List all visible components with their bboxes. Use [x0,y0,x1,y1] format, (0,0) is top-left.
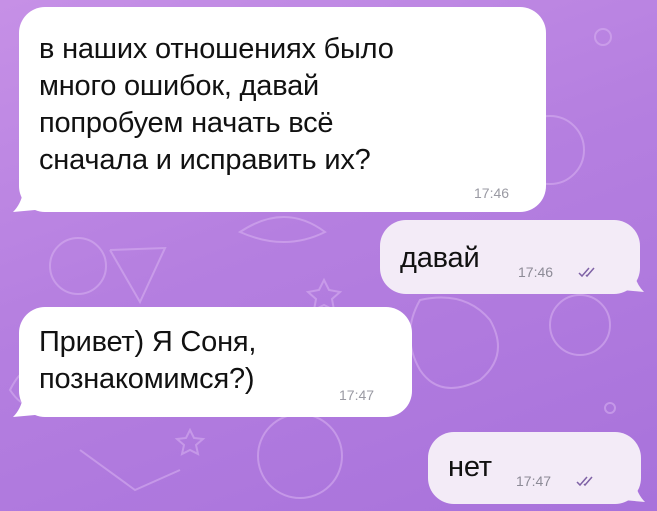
ring-doodle [237,216,327,243]
message-bubble-incoming[interactable]: Привет) Я Соня, познакомимся?) 17:47 [19,307,412,417]
message-bubble-incoming[interactable]: в наших отношениях было много ошибок, да… [19,7,546,212]
bubble-tail-left [13,397,35,417]
message-bubble-outgoing[interactable]: давай 17:46 [380,220,640,294]
message-text: давай [400,242,480,274]
double-check-icon [578,267,595,278]
message-time: 17:46 [518,264,554,280]
message-text: нет [448,451,492,483]
star-doodle [174,427,206,456]
planet-doodle [49,237,107,295]
star-doodle [305,277,343,312]
message-bubble-outgoing[interactable]: нет 17:47 [428,432,641,504]
message-text: в наших отношениях было много ошибок, да… [39,33,394,176]
astronaut-doodle [409,296,499,389]
message-time: 17:47 [516,473,552,489]
message-time: 17:46 [474,185,510,201]
dot-doodle [604,402,616,414]
constellation-doodle [79,449,181,492]
bubble-tail-left [13,192,35,212]
dot-doodle [594,28,612,46]
message-time: 17:47 [339,387,375,403]
planet-doodle [257,413,343,499]
constellation-doodle [109,246,167,305]
bubble-tail-right [622,272,644,292]
bubble-tail-right [623,482,645,502]
planet-doodle [549,294,611,356]
message-text: Привет) Я Соня, познакомимся?) [39,326,257,395]
double-check-icon [576,476,593,487]
